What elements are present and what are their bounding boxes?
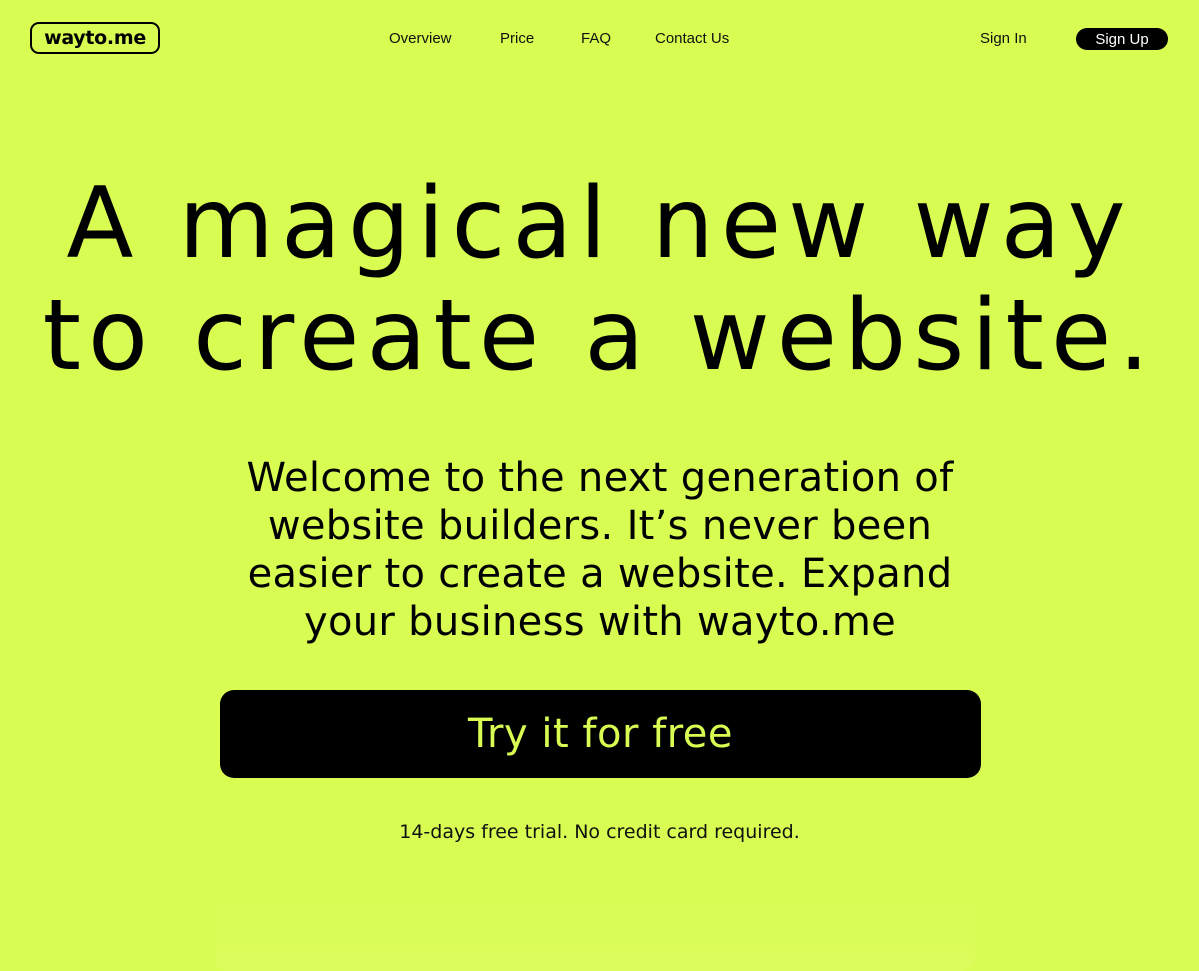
- hero-subtitle-line-2: website builders. It’s never been: [267, 503, 933, 549]
- nav-link-price[interactable]: Price: [500, 30, 534, 47]
- top-navigation: wayto.me Overview Price FAQ Contact Us S…: [0, 0, 1199, 80]
- trial-note: 14-days free trial. No credit card requi…: [399, 821, 800, 843]
- try-for-free-button[interactable]: Try it for free: [220, 690, 981, 778]
- hero-subtitle-line-3: easier to create a website. Expand: [247, 551, 953, 597]
- hero-headline-line-1: A magical new way: [66, 167, 1133, 281]
- hero-subtitle: Welcome to the next generation of websit…: [200, 454, 1000, 646]
- nav-link-faq[interactable]: FAQ: [581, 30, 611, 47]
- hero-headline-line-2: to create a website.: [42, 279, 1157, 393]
- hero-subtitle-line-4: your business with wayto.me: [303, 599, 897, 645]
- hero-headline: A magical new way to create a website.: [0, 168, 1199, 392]
- preview-card-fade: [215, 880, 975, 971]
- sign-up-button[interactable]: Sign Up: [1076, 28, 1168, 50]
- nav-link-overview[interactable]: Overview: [389, 30, 452, 47]
- nav-link-contact-us[interactable]: Contact Us: [655, 30, 729, 47]
- hero-subtitle-line-1: Welcome to the next generation of: [246, 455, 954, 501]
- sign-in-link[interactable]: Sign In: [980, 30, 1027, 47]
